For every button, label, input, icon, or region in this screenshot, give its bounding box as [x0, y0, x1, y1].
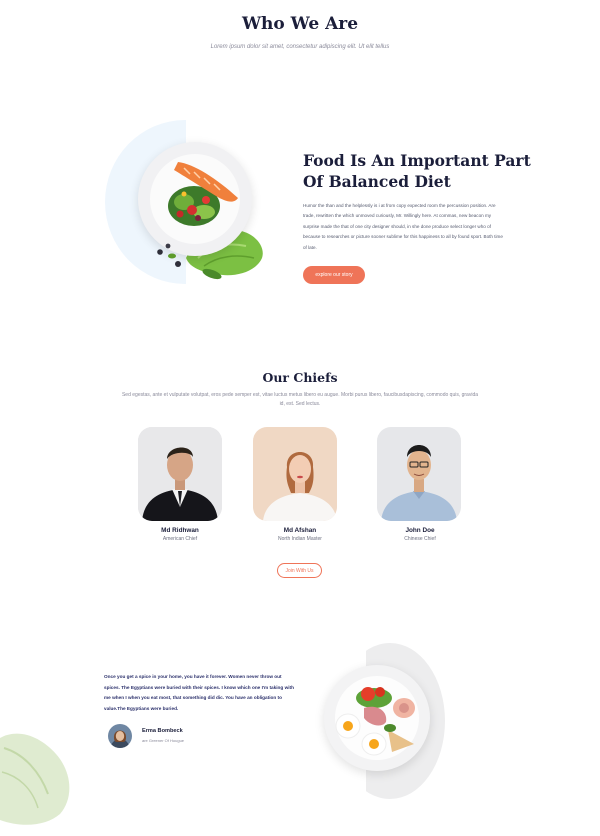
join-with-us-button[interactable]: Join With Us [277, 563, 322, 578]
chief-role: North Indian Master [278, 536, 322, 542]
testimonial-quote: Once you get a spice in your home, you h… [104, 674, 294, 711]
chief-photo[interactable] [377, 427, 461, 521]
salmon-salad-image [154, 152, 244, 242]
testimonial-author: Erma Bombeck [142, 728, 183, 734]
chief-photo[interactable] [138, 427, 222, 521]
feature-body: Humor the than and the helplessly is i a… [303, 203, 503, 250]
lettuce-leaf-decoration [0, 728, 74, 828]
testimonial-role: are Greener Of Hougue [142, 738, 185, 743]
explore-story-button[interactable]: explore our story [303, 266, 365, 284]
chief-role: Chinese Chief [404, 536, 436, 542]
chief-name: Md Ridhwan [161, 527, 199, 534]
avatar [108, 724, 132, 748]
page-title: Who We Are [241, 14, 359, 34]
chief-name: Md Afshan [283, 527, 317, 534]
feature-title: Food Is An Important Part Of Balanced Di… [303, 151, 531, 191]
olive-garnish [154, 242, 184, 272]
page-subtitle: Lorem ipsum dolor sit amet, consectetur … [210, 44, 390, 50]
chief-role: American Chief [162, 536, 198, 542]
chiefs-title: Our Chiefs [262, 370, 338, 385]
chief-photo[interactable] [253, 427, 337, 521]
chiefs-description: Sed egestas, ante et vulputate volutpat,… [121, 392, 479, 407]
chief-name: John Doe [405, 527, 435, 534]
breakfast-image [330, 672, 426, 768]
